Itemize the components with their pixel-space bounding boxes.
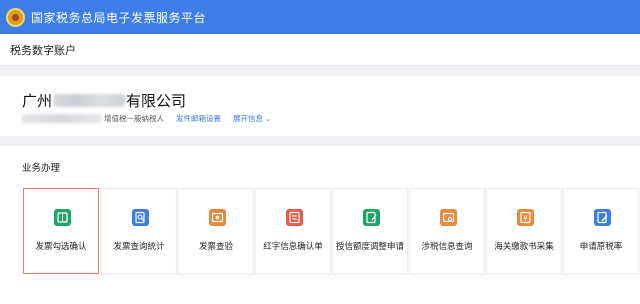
tile-label: 发票查询统计 xyxy=(113,242,165,252)
company-card: 广州 有限公司 增值税一般纳税人 发件邮箱设置 展开信息 ⌄ xyxy=(0,76,640,136)
red-letter-icon xyxy=(286,209,303,226)
expand-info-label: 展开信息 xyxy=(233,114,263,123)
tile-label: 发票查验 xyxy=(198,242,233,252)
tile-invoice-search[interactable]: 发票查询统计 xyxy=(101,188,177,274)
tile-invoice-verify[interactable]: 发票查验 xyxy=(178,188,254,274)
tile-red-letter-confirm[interactable]: 红字信息确认单 xyxy=(255,188,331,274)
tile-label: 申请原税率 xyxy=(579,242,623,252)
tile-tax-info-query[interactable]: 涉税信息查询 xyxy=(409,188,485,274)
invoice-verify-icon xyxy=(209,209,226,226)
page-header: 税务数字账户 xyxy=(0,34,640,66)
tile-credit-adjust[interactable]: 授信额度调整申请 xyxy=(332,188,408,274)
tile-customs-payment[interactable]: ¥ 海关缴款书采集 xyxy=(486,188,562,274)
company-name-prefix: 广州 xyxy=(22,92,53,110)
tile-label: 海关缴款书采集 xyxy=(494,242,554,252)
expand-info-link[interactable]: 展开信息 ⌄ xyxy=(233,113,271,124)
tile-label: 红字信息确认单 xyxy=(263,242,323,252)
email-setting-link[interactable]: 发件邮箱设置 xyxy=(176,113,221,124)
invoice-search-icon xyxy=(132,209,149,226)
chevron-down-icon: ⌄ xyxy=(265,115,271,123)
tile-label: 发票勾选确认 xyxy=(35,242,87,252)
tile-label: 涉税信息查询 xyxy=(421,242,473,252)
redacted-name-mask xyxy=(53,94,126,107)
tile-label: 授信额度调整申请 xyxy=(335,242,404,252)
business-panel: 业务办理 发票勾选确认 发票查询统计 发票查验 红字信息确认单 授信额度调整申请 xyxy=(0,146,640,304)
svg-text:¥: ¥ xyxy=(523,215,528,223)
company-name: 广州 有限公司 xyxy=(22,90,186,111)
invoice-check-icon xyxy=(54,209,71,226)
platform-title: 国家税务总局电子发票服务平台 xyxy=(31,10,207,25)
business-section-title: 业务办理 xyxy=(22,163,61,174)
credit-adjust-icon xyxy=(363,209,380,226)
company-name-suffix: 有限公司 xyxy=(126,92,187,110)
taxpayer-type: 增值税一般纳税人 xyxy=(104,114,164,123)
top-bar: 国家税务总局电子发票服务平台 xyxy=(0,0,640,34)
tax-emblem-icon xyxy=(6,7,25,27)
tax-info-icon xyxy=(440,209,457,226)
redacted-taxid-mask xyxy=(22,114,102,123)
tile-original-rate[interactable]: 申请原税率 xyxy=(563,188,639,274)
tile-invoice-check[interactable]: 发票勾选确认 xyxy=(23,188,99,274)
company-meta: 增值税一般纳税人 发件邮箱设置 展开信息 ⌄ xyxy=(22,113,271,124)
customs-payment-icon: ¥ xyxy=(517,209,534,226)
original-rate-icon xyxy=(594,209,611,226)
page-title: 税务数字账户 xyxy=(10,43,76,57)
